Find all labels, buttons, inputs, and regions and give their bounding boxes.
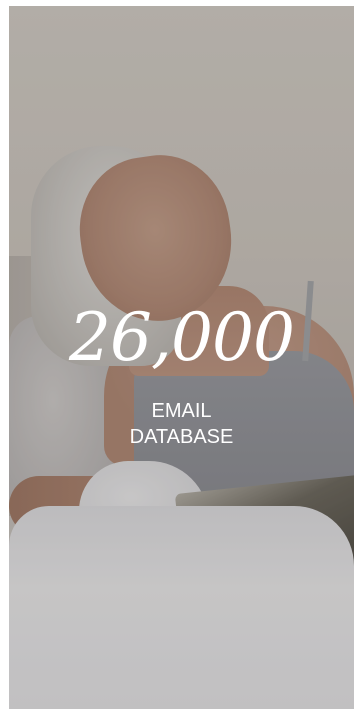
stat-label-line1: EMAIL xyxy=(151,400,212,422)
stat-label: EMAIL DATABASE xyxy=(9,398,354,450)
stat-label-line2: DATABASE xyxy=(129,426,234,448)
stat-number: 26,000 xyxy=(69,299,295,376)
hero-card: 26,000 EMAIL DATABASE xyxy=(9,6,354,709)
